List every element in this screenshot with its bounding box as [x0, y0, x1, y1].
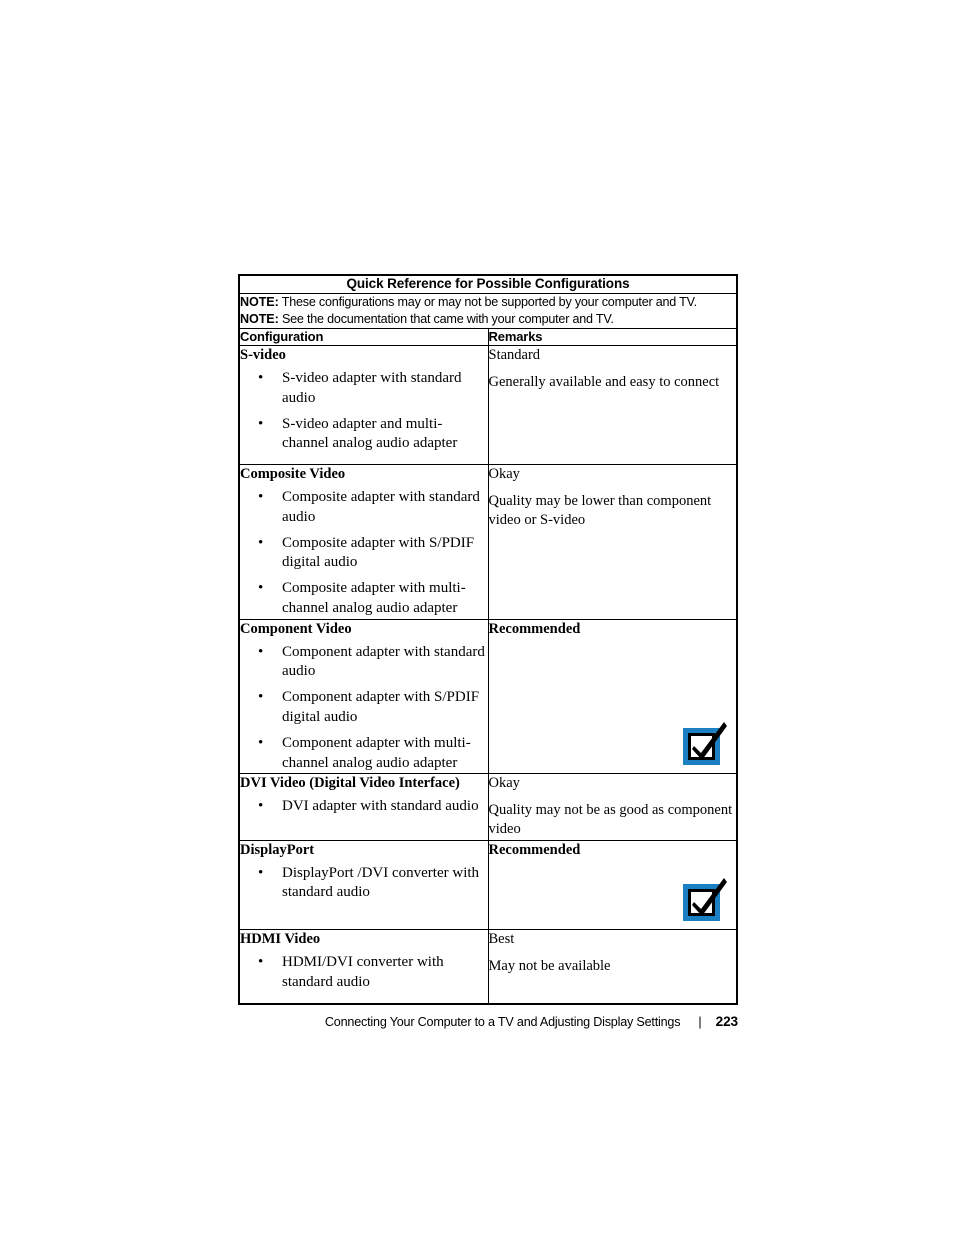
- table-column-header-row: Configuration Remarks: [238, 327, 738, 347]
- remark-body: Quality may not be as good as component …: [488, 801, 733, 838]
- list-item: • DVI adapter with standard audio: [240, 797, 488, 817]
- config-bullet-list: • DVI adapter with standard audio: [240, 797, 488, 817]
- remark-heading: Okay: [488, 466, 520, 483]
- column-header-configuration-cell: Configuration: [238, 327, 489, 347]
- list-item: • S-video adapter and multi-channel analo…: [240, 415, 488, 455]
- remark-body: Quality may be lower than component vide…: [488, 492, 712, 528]
- list-item: • Composite adapter with multi-channel an…: [240, 579, 488, 619]
- bullet-icon: •: [258, 734, 264, 751]
- list-item-label: Component adapter with S/PDIF digital au…: [282, 689, 480, 726]
- config-title: S-video: [240, 347, 286, 364]
- page-number: 223: [715, 1014, 738, 1029]
- table-body: Quick Reference for Possible Configurati…: [238, 274, 738, 1005]
- table-title-row: Quick Reference for Possible Configurati…: [238, 274, 738, 294]
- config-title: HDMI Video: [240, 931, 321, 948]
- remark-heading: Okay: [488, 775, 520, 792]
- table-row: DisplayPort • DisplayPort /DVI converter …: [238, 839, 738, 931]
- remark-body: Generally available and easy to connect: [488, 373, 720, 390]
- bullet-icon: •: [258, 534, 264, 551]
- table-title: Quick Reference for Possible Configurati…: [346, 276, 630, 291]
- bullet-icon: •: [258, 864, 264, 881]
- table-row: Composite Video • Composite adapter with …: [238, 464, 738, 620]
- list-item: • Component adapter with S/PDIF digital a…: [240, 688, 488, 728]
- config-bullet-list: • DisplayPort /DVI converter with standar…: [240, 864, 488, 904]
- config-cell-hdmi-video: HDMI Video • HDMI/DVI converter with stan…: [238, 929, 489, 1005]
- list-item-label: Component adapter with multi-channel ana…: [282, 734, 471, 771]
- list-item: • Component adapter with standard audio: [240, 643, 488, 683]
- note-line-1: NOTE: These configurations may or may no…: [240, 294, 736, 311]
- table-notes-cell: NOTE: These configurations may or may no…: [238, 292, 738, 329]
- config-bullet-list: • S-video adapter with standard audio • S-…: [240, 369, 488, 454]
- list-item: • Composite adapter with S/PDIF digital a…: [240, 534, 488, 574]
- column-header-remarks: Remarks: [488, 328, 543, 344]
- remarks-cell-s-video: Standard Generally available and easy to…: [487, 345, 738, 466]
- bullet-icon: •: [258, 369, 264, 386]
- list-item-label: Composite adapter with multi-channel ana…: [282, 580, 466, 616]
- list-item-label: HDMI/DVI converter with standard audio: [282, 953, 444, 990]
- bullet-icon: •: [258, 689, 264, 706]
- remarks-cell-composite-video: Okay Quality may be lower than component…: [487, 464, 738, 620]
- config-cell-composite-video: Composite Video • Composite adapter with …: [238, 464, 489, 620]
- bullet-icon: •: [258, 798, 264, 815]
- list-item: • DisplayPort /DVI converter with standar…: [240, 864, 488, 904]
- list-item-label: Composite adapter with S/PDIF digital au…: [282, 534, 475, 571]
- bullet-icon: •: [258, 415, 264, 432]
- recommended-checkmark-icon: [682, 720, 728, 766]
- remarks-cell-hdmi-video: Best May not be available: [487, 929, 738, 1005]
- table-title-cell: Quick Reference for Possible Configurati…: [238, 274, 738, 294]
- config-cell-s-video: S-video • S-video adapter with standard a…: [238, 345, 489, 466]
- remark-heading: Standard: [488, 347, 541, 364]
- bullet-icon: •: [258, 489, 264, 505]
- config-bullet-list: • Composite adapter with standard audio •…: [240, 488, 488, 619]
- quick-reference-table: Quick Reference for Possible Configurati…: [238, 274, 738, 1005]
- list-item: • Composite adapter with standard audio: [240, 488, 488, 528]
- remark-heading: Recommended: [488, 841, 581, 858]
- bullet-icon: •: [258, 643, 264, 660]
- config-cell-displayport: DisplayPort • DisplayPort /DVI converter …: [238, 839, 489, 931]
- bullet-icon: •: [258, 580, 264, 597]
- column-header-remarks-cell: Remarks: [487, 327, 738, 347]
- remarks-cell-dvi-video: Okay Quality may not be as good as compo…: [487, 773, 738, 841]
- config-title: DisplayPort: [240, 841, 315, 858]
- table-row: Component Video • Component adapter with …: [238, 618, 738, 775]
- config-title: Composite Video: [240, 466, 346, 483]
- table-row: S-video • S-video adapter with standard a…: [238, 345, 738, 466]
- remarks-cell-displayport: Recommended: [487, 839, 738, 931]
- note-line-2: NOTE: See the documentation that came wi…: [240, 311, 736, 328]
- table-row: HDMI Video • HDMI/DVI converter with stan…: [238, 929, 738, 1005]
- list-item-label: DisplayPort /DVI converter with standard…: [282, 864, 480, 901]
- footer-separator: |: [698, 1015, 702, 1029]
- column-header-configuration: Configuration: [240, 328, 324, 344]
- table-row: DVI Video (Digital Video Interface) • DVI…: [238, 773, 738, 841]
- config-cell-component-video: Component Video • Component adapter with …: [238, 618, 489, 775]
- note-label-1: NOTE:: [240, 294, 279, 309]
- note-text-2: See the documentation that came with you…: [278, 311, 614, 326]
- list-item-label: S-video adapter with standard audio: [282, 369, 462, 406]
- list-item-label: Composite adapter with standard audio: [282, 489, 480, 525]
- table-notes-row: NOTE: These configurations may or may no…: [238, 292, 738, 329]
- document-page: Quick Reference for Possible Configurati…: [0, 0, 954, 1235]
- page-footer: Connecting Your Computer to a TV and Adj…: [238, 1014, 738, 1029]
- remark-heading: Best: [488, 931, 515, 948]
- config-bullet-list: • Component adapter with standard audio •…: [240, 643, 488, 774]
- config-cell-dvi-video: DVI Video (Digital Video Interface) • DVI…: [238, 773, 489, 841]
- note-text-1: These configurations may or may not be s…: [278, 294, 697, 309]
- config-title: DVI Video (Digital Video Interface): [240, 775, 460, 792]
- list-item: • S-video adapter with standard audio: [240, 369, 488, 409]
- bullet-icon: •: [258, 953, 264, 970]
- list-item: • HDMI/DVI converter with standard audio: [240, 953, 488, 993]
- footer-section-title: Connecting Your Computer to a TV and Adj…: [324, 1015, 681, 1029]
- list-item-label: S-video adapter and multi-channel analog…: [282, 415, 458, 452]
- remarks-cell-component-video: Recommended: [487, 618, 738, 775]
- list-item: • Component adapter with multi-channel an…: [240, 734, 488, 774]
- config-title: Component Video: [240, 620, 352, 637]
- list-item-label: DVI adapter with standard audio: [282, 798, 479, 815]
- remark-heading: Recommended: [488, 620, 581, 637]
- list-item-label: Component adapter with standard audio: [282, 643, 485, 680]
- remark-body: May not be available: [488, 957, 611, 974]
- recommended-checkmark-icon: [682, 876, 728, 922]
- note-label-2: NOTE:: [240, 311, 279, 326]
- config-bullet-list: • HDMI/DVI converter with standard audio: [240, 953, 488, 993]
